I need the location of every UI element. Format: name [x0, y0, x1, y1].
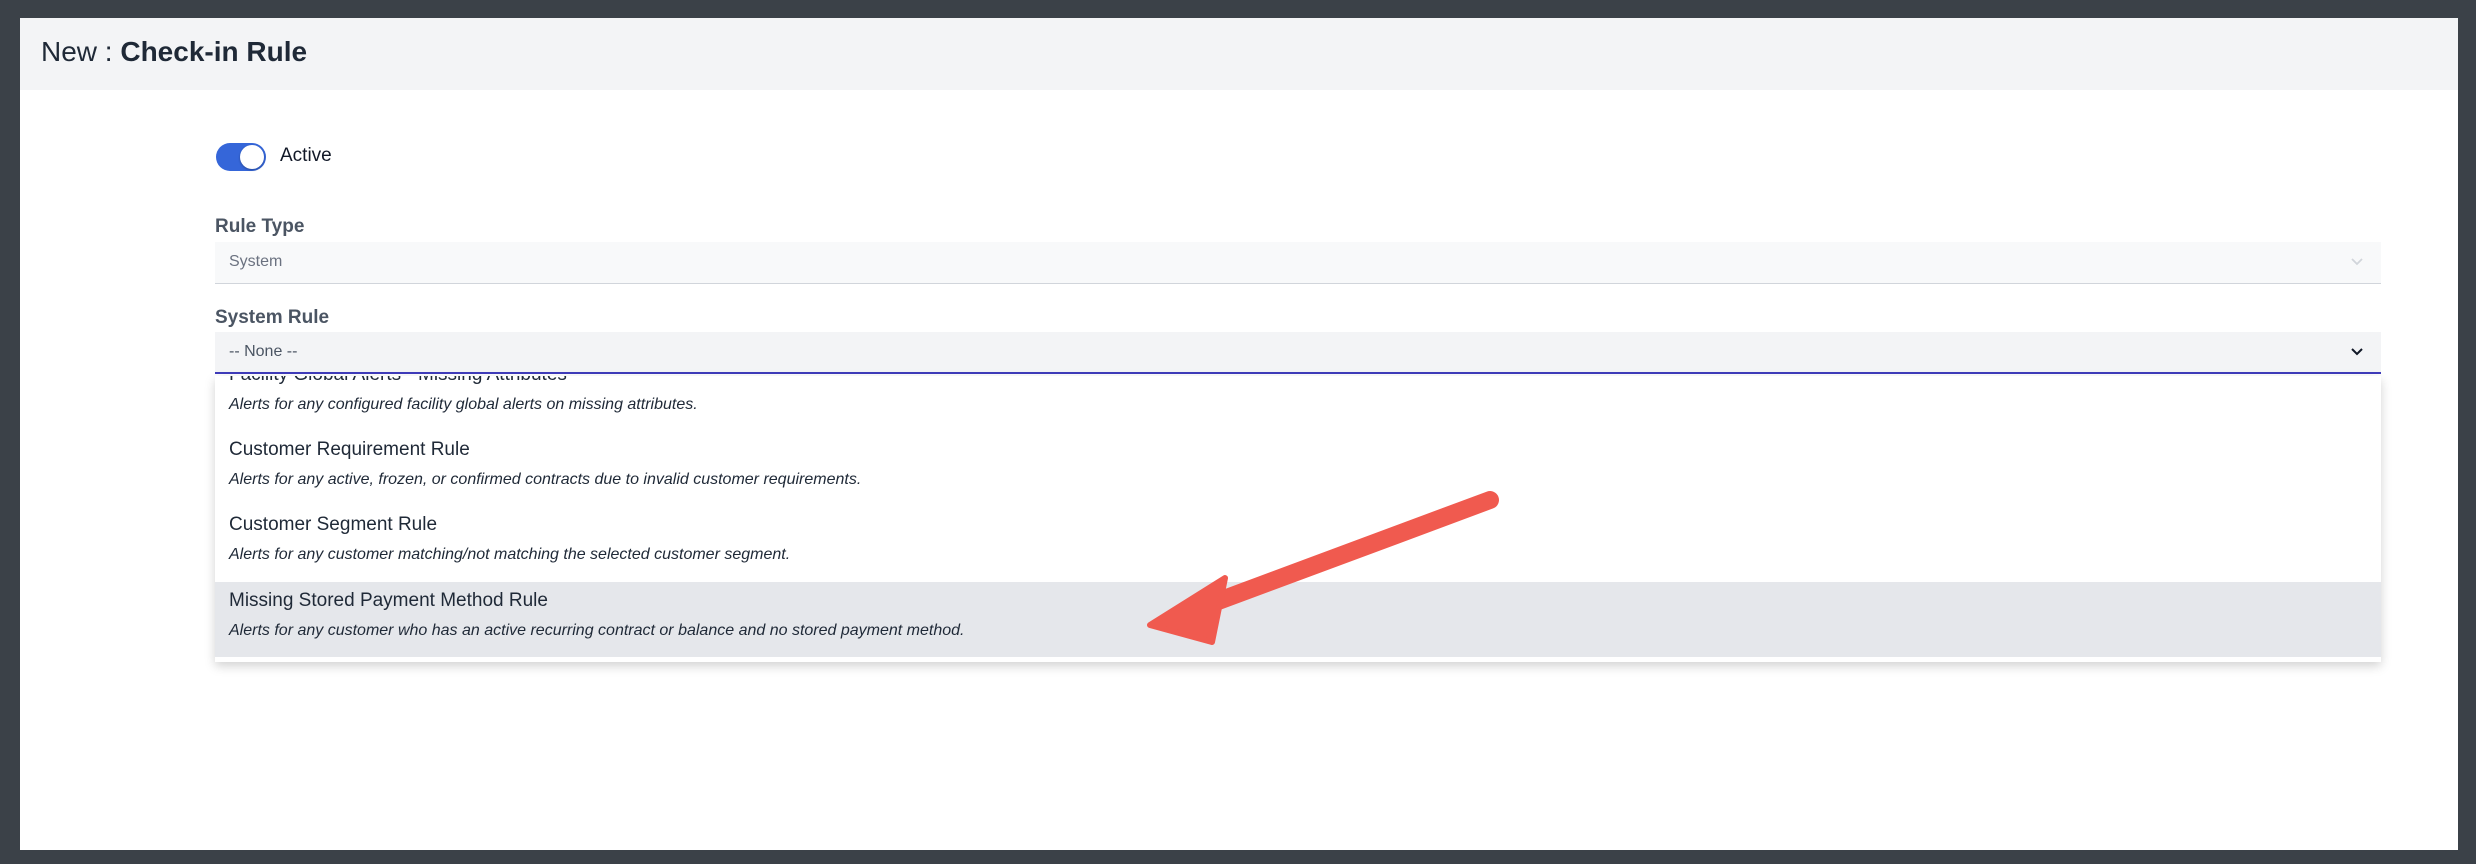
rule-type-label: Rule Type — [215, 216, 305, 237]
option-description: Alerts for any configured facility globa… — [229, 396, 698, 413]
dropdown-option[interactable]: Facility Global Alerts - Missing Attribu… — [215, 376, 2381, 431]
option-description: Alerts for any customer who has an activ… — [229, 622, 965, 639]
rule-type-select[interactable]: System — [215, 242, 2381, 284]
system-rule-dropdown: Facility Global Alerts - Missing Attribu… — [215, 376, 2381, 662]
system-rule-value: -- None -- — [229, 343, 298, 360]
active-toggle[interactable] — [216, 143, 266, 171]
option-label: Customer Segment Rule — [229, 514, 438, 535]
dropdown-option[interactable]: Customer Requirement Rule Alerts for any… — [215, 431, 2381, 506]
page-title-text: Check-in Rule — [120, 36, 308, 67]
system-rule-select[interactable]: -- None -- — [215, 332, 2381, 374]
dropdown-option[interactable]: Customer Segment Rule Alerts for any cus… — [215, 506, 2381, 581]
option-label: Missing Stored Payment Method Rule — [229, 590, 548, 611]
option-description: Alerts for any customer matching/not mat… — [229, 546, 791, 563]
option-description: Alerts for any active, frozen, or confir… — [229, 471, 862, 488]
chevron-down-icon — [2347, 341, 2367, 361]
system-rule-label: System Rule — [215, 307, 330, 328]
option-label: Facility Global Alerts - Missing Attribu… — [229, 376, 567, 386]
rule-type-value: System — [229, 253, 283, 270]
option-label: Customer Requirement Rule — [229, 439, 470, 460]
chevron-down-icon — [2347, 251, 2367, 271]
dropdown-option-highlighted[interactable]: Missing Stored Payment Method Rule Alert… — [215, 582, 2381, 657]
page-title: New : Check-in Rule — [41, 36, 307, 68]
page-title-prefix: New : — [41, 36, 121, 67]
toggle-knob — [240, 145, 264, 169]
active-toggle-label: Active — [280, 145, 332, 166]
page-header: New : Check-in Rule — [20, 18, 2458, 90]
